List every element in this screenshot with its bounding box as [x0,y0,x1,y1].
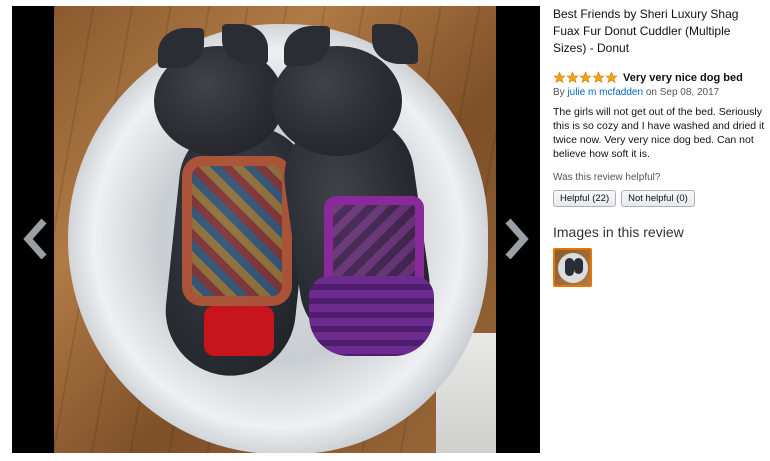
image-viewer [12,6,540,453]
helpful-question: Was this review helpful? [553,172,661,183]
review-main-image [54,6,496,453]
helpful-buttons: Helpful (22) Not helpful (0) [553,190,767,207]
product-title[interactable]: Best Friends by Sheri Luxury Shag Fuax F… [553,6,767,57]
chevron-left-icon [23,218,47,260]
previous-image-button[interactable] [20,214,52,264]
byline-prefix: By [553,87,565,98]
review-date: on Sep 08, 2017 [645,87,720,98]
star-icon [579,71,592,83]
review-image-thumbnail[interactable] [553,248,592,287]
review-title[interactable]: Very very nice dog bed [623,72,743,84]
review-header: Very very nice dog bed [553,71,767,84]
star-icon [605,71,618,83]
chevron-right-icon [505,218,529,260]
helpful-button[interactable]: Helpful (22) [553,190,617,207]
not-helpful-button[interactable]: Not helpful (0) [621,190,695,207]
star-rating [553,71,618,84]
review-byline: By julie m mcfadden on Sep 08, 2017 [553,87,767,98]
star-icon [553,71,566,83]
author-link[interactable]: julie m mcfadden [567,87,643,98]
star-icon [592,71,605,83]
images-section-title: Images in this review [553,224,684,240]
review-text: The girls will not get out of the bed. S… [553,106,765,160]
star-icon [566,71,579,83]
next-image-button[interactable] [500,214,532,264]
review-panel: Best Friends by Sheri Luxury Shag Fuax F… [553,6,767,287]
